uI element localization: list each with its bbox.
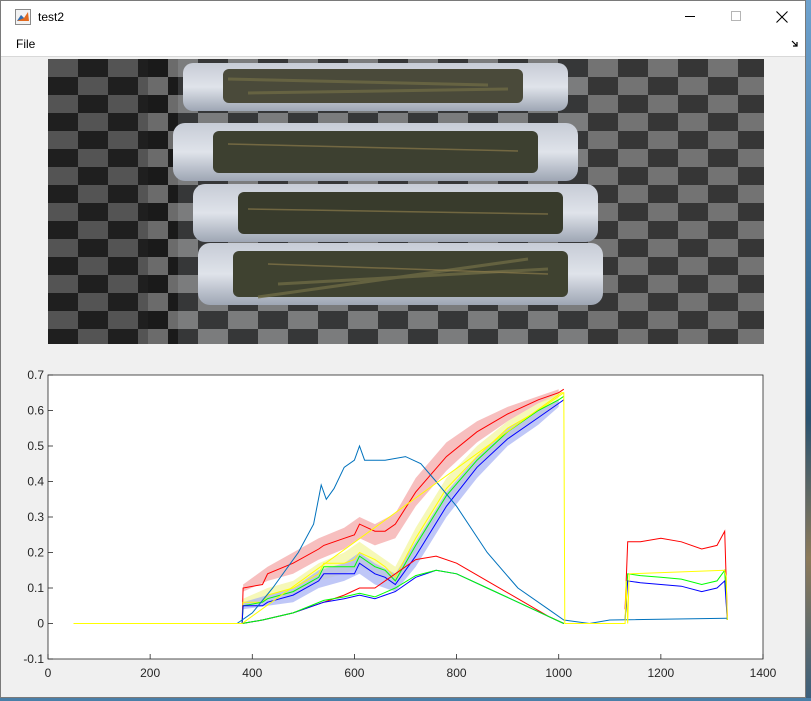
window-title: test2	[38, 9, 65, 24]
expand-arrow-icon[interactable]	[791, 40, 799, 48]
y-tick-label: 0.3	[27, 510, 44, 524]
y-tick-label: 0.5	[27, 439, 44, 453]
menu-bar: File	[1, 32, 805, 57]
x-tick-label: 1000	[545, 666, 572, 680]
x-tick-label: 1400	[750, 666, 777, 680]
close-button[interactable]	[759, 1, 805, 32]
plot-axes[interactable]: 0 200 400 600 800 1000 1200 1400 -0.1 0 0.1 0.2 0.3…	[1, 356, 805, 696]
y-tick-label: 0.1	[27, 581, 44, 595]
title-bar[interactable]: test2	[1, 1, 805, 32]
x-tick-label: 400	[242, 666, 262, 680]
y-tick-label: 0	[37, 617, 44, 631]
spectral-plot: 0 200 400 600 800 1000 1200 1400 -0.100.10.20.3…	[23, 368, 777, 680]
menu-file[interactable]: File	[16, 37, 35, 51]
close-icon	[776, 10, 788, 23]
maximize-icon	[730, 11, 741, 21]
y-tick-label: 0.6	[27, 404, 44, 418]
hyperspectral-image	[48, 59, 764, 344]
x-tick-label: 1200	[648, 666, 675, 680]
image-axes[interactable]	[48, 59, 764, 344]
x-tick-label: 0	[45, 666, 52, 680]
y-tick-label: 0.7	[27, 368, 44, 382]
x-tick-label: 200	[140, 666, 160, 680]
minimize-button[interactable]	[667, 1, 713, 32]
figure-window: test2 File 0 200 400 600 800 1000 1200 1…	[0, 0, 806, 698]
maximize-button[interactable]	[713, 1, 759, 32]
y-tick-label: -0.1	[23, 652, 44, 666]
y-tick-label: 0.4	[27, 475, 44, 489]
matlab-figure-icon	[15, 8, 31, 25]
y-tick-label: 0.2	[27, 546, 44, 560]
x-tick-label: 800	[447, 666, 467, 680]
minimize-icon	[684, 16, 695, 17]
x-tick-label: 600	[344, 666, 364, 680]
